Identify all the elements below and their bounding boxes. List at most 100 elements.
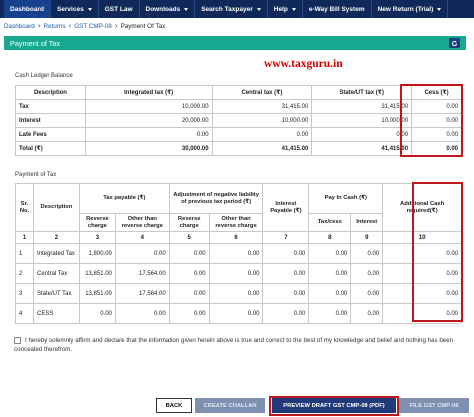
column-header: State/UT tax (₹) bbox=[311, 85, 413, 100]
column-header: Tax payable (₹) bbox=[78, 183, 170, 214]
table-row: Interest 20,000.00 10,000.00 10,000.00 0… bbox=[15, 113, 462, 128]
declaration-checkbox[interactable] bbox=[14, 336, 21, 344]
column-number: 3 bbox=[78, 231, 116, 244]
nav-dashboard[interactable]: Dashboard bbox=[4, 0, 51, 18]
table-row: 2 Central Tax 13,851.00 17,564.00 0.00 0… bbox=[15, 263, 462, 284]
payment-section-label: Payment of Tax bbox=[15, 172, 57, 178]
caret-down-icon bbox=[437, 7, 442, 11]
table-row: 3 State/UT Tax 13,851.00 17,564.00 0.00 … bbox=[15, 283, 462, 304]
cell: 1,800.00 bbox=[78, 243, 116, 264]
nav-label: e-Way Bill System bbox=[308, 5, 365, 13]
breadcrumb-current: Payment Of Tax bbox=[120, 22, 166, 30]
cell: 0.00 bbox=[168, 283, 210, 304]
nav-search-taxpayer[interactable]: Search Taxpayer bbox=[195, 0, 268, 18]
chevron-right-icon: › bbox=[37, 21, 41, 30]
declaration: I hereby solemnly affirm and declare tha… bbox=[14, 336, 466, 354]
nav-label: Downloads bbox=[145, 5, 181, 13]
nav-services[interactable]: Services bbox=[51, 0, 99, 18]
nav-downloads[interactable]: Downloads bbox=[140, 0, 196, 18]
cell: 0.00 bbox=[382, 303, 462, 324]
refresh-icon bbox=[451, 40, 458, 46]
nav-gst-law[interactable]: GST Law bbox=[99, 0, 140, 18]
cell: 41,415.00 bbox=[311, 141, 413, 156]
back-button[interactable]: BACK bbox=[156, 398, 192, 413]
cell: 0.00 bbox=[350, 263, 384, 284]
cell: 0.00 bbox=[411, 113, 462, 128]
column-header: Additional Cash required(₹) bbox=[382, 183, 462, 232]
cell: 41,415.00 bbox=[211, 141, 313, 156]
cell: 31,415.00 bbox=[211, 99, 313, 114]
row-label: Late Fees bbox=[15, 127, 86, 142]
cell: 0.00 bbox=[78, 303, 116, 324]
watermark-text: www.taxguru.in bbox=[264, 58, 343, 70]
breadcrumb-dashboard[interactable]: Dashboard bbox=[4, 23, 35, 30]
column-header: Interest Payable (₹) bbox=[262, 183, 310, 232]
cell: 0.00 bbox=[208, 283, 264, 304]
column-header: Pay In Cash (₹) bbox=[308, 183, 384, 214]
cell: Central Tax bbox=[32, 263, 80, 284]
column-header: Integrated tax (₹) bbox=[84, 85, 213, 100]
cell: 17,564.00 bbox=[114, 263, 170, 284]
row-label: Tax bbox=[15, 99, 86, 114]
column-number: 2 bbox=[32, 231, 80, 244]
column-number: 6 bbox=[208, 231, 264, 244]
chevron-right-icon: › bbox=[114, 21, 118, 30]
column-header: Other than reverse charge bbox=[114, 213, 170, 232]
cell: 0.00 bbox=[350, 303, 384, 324]
cell: 30,000.00 bbox=[84, 141, 213, 156]
nav-help[interactable]: Help bbox=[268, 0, 303, 18]
cell: 0.00 bbox=[114, 303, 170, 324]
cell: 0.00 bbox=[262, 263, 310, 284]
cell: 0.00 bbox=[168, 263, 210, 284]
cell: CESS bbox=[32, 303, 80, 324]
table-header-row: Sr. No. Description Tax payable (₹) Adju… bbox=[15, 183, 462, 232]
cell: State/UT Tax bbox=[32, 283, 80, 304]
cell: 0.00 bbox=[208, 303, 264, 324]
cell: 13,851.00 bbox=[78, 283, 116, 304]
cell: 10,000.00 bbox=[84, 99, 213, 114]
table-row: 4 CESS 0.00 0.00 0.00 0.00 0.00 0.00 0.0… bbox=[15, 303, 462, 324]
file-return-button[interactable]: FILE GST CMP-08 bbox=[399, 398, 469, 413]
column-header: Description bbox=[32, 183, 80, 232]
caret-down-icon bbox=[256, 7, 261, 11]
cell: 0.00 bbox=[308, 263, 352, 284]
nav-label: Search Taxpayer bbox=[201, 5, 253, 13]
action-bar: BACK CREATE CHALLAN PREVIEW DRAFT GST CM… bbox=[0, 395, 474, 417]
top-navigation: Dashboard Services GST Law Downloads Sea… bbox=[0, 0, 474, 18]
breadcrumb-returns[interactable]: Returns bbox=[43, 23, 65, 30]
cell: 0.00 bbox=[382, 263, 462, 284]
cell: 13,851.00 bbox=[78, 263, 116, 284]
cell: 0.00 bbox=[411, 127, 462, 142]
cell: 0.00 bbox=[411, 141, 462, 156]
cell: 3 bbox=[15, 283, 34, 304]
caret-down-icon bbox=[291, 7, 296, 11]
highlight-box bbox=[269, 396, 399, 416]
cell: 0.00 bbox=[114, 243, 170, 264]
nav-eway-bill[interactable]: e-Way Bill System bbox=[303, 0, 372, 18]
cell: 0.00 bbox=[208, 263, 264, 284]
page-title: Payment of Tax bbox=[10, 38, 61, 48]
column-number: 9 bbox=[350, 231, 384, 244]
refresh-button[interactable] bbox=[449, 38, 460, 48]
cell: 1 bbox=[15, 243, 34, 264]
column-number: 8 bbox=[308, 231, 352, 244]
column-header: Central tax (₹) bbox=[211, 85, 313, 100]
ledger-section-label: Cash Ledger Balance bbox=[15, 73, 73, 79]
cell: 0.00 bbox=[262, 283, 310, 304]
cell: 0.00 bbox=[262, 243, 310, 264]
breadcrumb-gst-cmp08[interactable]: GST CMP-08 bbox=[74, 23, 112, 30]
column-header: Interest bbox=[350, 213, 384, 232]
nav-new-return[interactable]: New Return (Trial) bbox=[372, 0, 449, 18]
column-header: Other than reverse charge bbox=[208, 213, 264, 232]
cell: 0.00 bbox=[168, 243, 210, 264]
column-header: Adjustment of negative liability of prev… bbox=[168, 183, 264, 214]
cell: 0.00 bbox=[308, 283, 352, 304]
column-number-row: 1 2 3 4 5 6 7 8 9 10 bbox=[15, 231, 462, 244]
cell: 17,564.00 bbox=[114, 283, 170, 304]
column-header: Reverse charge bbox=[168, 213, 210, 232]
breadcrumb: Dashboard › Returns › GST CMP-08 › Payme… bbox=[0, 20, 474, 32]
cell: 0.00 bbox=[350, 283, 384, 304]
chevron-right-icon: › bbox=[68, 21, 72, 30]
nav-label: Dashboard bbox=[10, 5, 44, 13]
create-challan-button[interactable]: CREATE CHALLAN bbox=[195, 398, 265, 413]
